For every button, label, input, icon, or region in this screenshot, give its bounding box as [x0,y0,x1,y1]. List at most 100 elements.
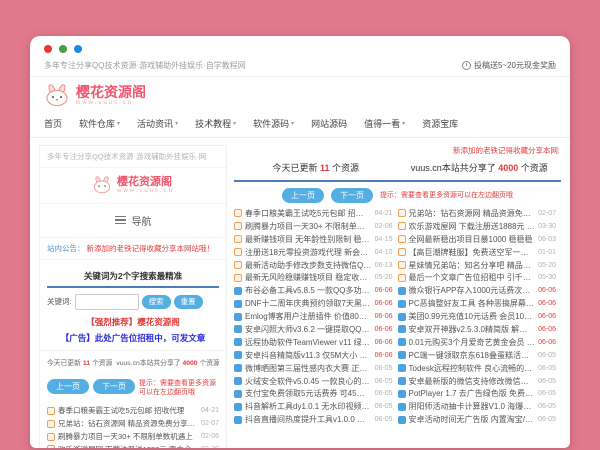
resource-title[interactable]: 微众银行APP存入1000元话费次日可以获得现 [409,285,536,296]
resource-title[interactable]: 兄弟站：钻石资源网 精品资源免费分享基地 [409,208,536,219]
list-item[interactable]: 全网最新稳出项目日暴1000 稳稳稳 06-03 [398,233,557,246]
list-item[interactable]: 欢乐游戏屋网 下载注册送1888元 官方合作 03-30 [398,220,557,233]
list-item[interactable]: 微博晒图第三届性感内衣大赛 正规美图晒行纹 06-05 [234,362,393,375]
nav-item[interactable]: 活动资讯 ▾ [137,117,178,130]
resource-title[interactable]: 欢乐游戏屋网 下载注册送1888元 官方合作 [409,221,536,232]
nav-item[interactable]: 首页 [44,117,62,130]
list-item[interactable]: 【高巨潮牌鞋服】免费送空军一号黑或1970s 01-01 [398,246,557,259]
list-item[interactable]: Emlog博客用户注册插件 价值80元免费分享 06-06 [234,310,393,323]
search-button[interactable]: 搜索 [142,295,171,309]
list-item[interactable]: PotPlayer 1.7 去广告绿色版 免费全能影音播 06-05 [398,387,557,400]
list-item[interactable]: 0.01元购买3个月爱奇艺黄金会员 仅限京东自 06-06 [398,336,557,349]
minimize-button-icon[interactable] [59,45,67,53]
list-item[interactable]: 阴阳师活动抽卡计算器V1.0 海爆必备的一款软 06-05 [398,400,557,413]
resource-title[interactable]: PC端一键领取京东618叠蛋糕活动任务工具 [409,350,536,361]
zoom-button-icon[interactable] [74,45,82,53]
list-item[interactable]: 抖音直播间热度提升工具v1.0.0 直播间自动发 06-05 [234,413,393,426]
list-item[interactable]: PC恶搞整好友工具 各种恶搞屏幕整蛊专家 放 06-06 [398,297,557,310]
resource-title[interactable]: 远程协助软件TeamViewer v11 绿色版 方便 [245,337,372,348]
resource-title[interactable]: 【高巨潮牌鞋服】免费送空军一号黑或1970s [409,247,536,258]
resource-title[interactable]: 最新活动助手修改步数支持微信QQ+ZFB步 [245,260,372,271]
resource-title[interactable]: 抖音直播间热度提升工具v1.0.0 直播间自动发 [245,414,372,425]
resource-title[interactable]: 刷腾暴力项目一天30+ 不限制单数机遇上 [58,431,198,442]
prev-page-button[interactable]: 上一页 [282,188,324,203]
close-button-icon[interactable] [44,45,52,53]
resource-title[interactable]: 刷腾暴力项目一天30+ 不限制单数机遇上车 [245,221,372,232]
list-item[interactable]: 远程协助软件TeamViewer v11 绿色版 方便 06-06 [234,336,393,349]
resource-title[interactable]: 欢乐游戏屋网 下载注册送1888元 官方合 [58,444,198,448]
list-item[interactable]: 抖音解析工具dy1.0.1 无水印视频一键解析软件 06-05 [234,400,393,413]
list-item[interactable]: 最新活动助手修改步数支持微信QQ+ZFB步 06-13 [234,259,393,272]
logo-text-block[interactable]: 樱花资源阁 www.vuus.cn [76,85,146,107]
resource-title[interactable]: 最新赚钱项目 无年龄性别限制 稳定日暴300+ [245,234,372,245]
list-item[interactable]: 安卓闪照大师v3.6.2 一键提取QQ好友发送的闪照 06-06 [234,323,393,336]
nav-item[interactable]: 网站源码 [311,117,347,130]
sidebar-logo[interactable]: 樱花资源阁 www.vuus.cn [40,168,226,204]
prev-page-button[interactable]: 上一页 [47,379,89,394]
list-item[interactable]: 火绒安全软件v5.0.45 一款良心的国产安全软件 06-05 [234,375,393,388]
resource-title[interactable]: 微博晒图第三届性感内衣大赛 正规美图晒行纹 [245,363,372,374]
nav-item[interactable]: 值得一看 ▾ [364,117,405,130]
resource-title[interactable]: 安卓闪照大师v3.6.2 一键提取QQ好友发送的闪照 [245,324,372,335]
list-item[interactable]: 最后一个文章广告位招租中 引千万流 聚八方 05-30 [398,271,557,284]
list-item[interactable]: PC端一键领取京东618叠蛋糕活动任务工具 06-05 [398,349,557,362]
keyword-input[interactable] [75,294,139,310]
list-item[interactable]: 安卓最新版的微信支持修改微信号了！iOS版 06-05 [398,375,557,388]
resource-title[interactable]: 支付宝免费领取5元话费券 可45元充值三网50 [245,388,372,399]
resource-title[interactable]: 安卓双开神器v2.5.3.0精简版 解决多账号切换 [409,324,536,335]
resource-title[interactable]: 0.01元购买3个月爱奇艺黄金会员 仅限京东自 [409,337,536,348]
list-item[interactable]: 安卓双开神器v2.5.3.0精简版 解决多账号切换 06-06 [398,323,557,336]
nav-item[interactable]: 软件源码 ▾ [253,117,294,130]
list-item[interactable]: DNF十二周年庆典预约领取7天黑钻 回归用户 06-06 [234,297,393,310]
list-item[interactable]: 最新赚钱项目 无年龄性别限制 稳定日暴300+ 04-15 [234,233,393,246]
reset-button[interactable]: 重置 [174,295,203,309]
resource-title[interactable]: DNF十二周年庆典预约领取7天黑钻 回归用户 [245,298,372,309]
list-item[interactable]: 兄弟站：钻石资源网 精品资源免费分享基地 02-07 [47,417,219,430]
list-item[interactable]: 刷腾暴力项目一天30+ 不限制单数机遇上 02-06 [47,430,219,443]
resource-title[interactable]: 全网最新稳出项目日暴1000 稳稳稳 [409,234,536,245]
list-item[interactable]: 支付宝免费领取5元话费券 可45元充值三网50 06-05 [234,387,393,400]
resource-title[interactable]: 春季口粮美霸王试吃5元包邮 招收代理 [58,405,198,416]
resource-title[interactable]: 星妹情兄弟站：知名分享吧 精品资源分享基地 [409,260,536,271]
resource-title[interactable]: 阴阳师活动抽卡计算器V1.0 海爆必备的一款软 [409,401,536,412]
resource-title[interactable]: 抖音解析工具dy1.0.1 无水印视频一键解析软件 [245,401,372,412]
list-item[interactable]: 春季口粮美霸王试吃5元包邮 招收代理 04-21 [47,404,219,417]
resource-title[interactable]: 火绒安全软件v5.0.45 一款良心的国产安全软件 [245,376,372,387]
resource-title[interactable]: 春季口粮美霸王试吃5元包邮 招收代理 [245,208,372,219]
next-page-button[interactable]: 下一页 [331,188,373,203]
ad-slot-link[interactable]: 【广告】此处广告位招租中，可发文章 [47,329,219,348]
list-item[interactable]: 刷腾暴力项目一天30+ 不限制单数机遇上车 02-06 [234,220,393,233]
list-item[interactable]: 欢乐游戏屋网 下载注册送1888元 官方合 03-30 [47,443,219,448]
resource-title[interactable]: 最新无风险稳赚赚钱项目 稳定收入200-500元 [245,272,372,283]
list-item[interactable]: 美团0.99元充值10元话费 会员10元话费秒到 06-06 [398,310,557,323]
resource-title[interactable]: 安卓抖音精简版v11.3 仅5M大小 支持账号登录 [245,350,372,361]
resource-title[interactable]: 布谷必备工具v5.8.5 一款QQ多功能工具软件 [245,285,372,296]
resource-title[interactable]: PC恶搞整好友工具 各种恶搞屏幕整蛊专家 放 [409,298,536,309]
nav-item[interactable]: 资源宝库 [422,117,458,130]
list-item[interactable]: 最新无风险稳赚赚钱项目 稳定收入200-500元 05-20 [234,271,393,284]
submit-promo-link[interactable]: 投稿送5~20元现金奖励 [462,60,556,71]
list-item[interactable]: 星妹情兄弟站：知名分享吧 精品资源分享基地 05-20 [398,259,557,272]
list-item[interactable]: 春季口粮美霸王试吃5元包邮 招收代理 04-21 [234,207,393,220]
resource-title[interactable]: 最后一个文章广告位招租中 引千万流 聚八方 [409,272,536,283]
resource-title[interactable]: 安卓最新版的微信支持修改微信号了！iOS版 [409,376,536,387]
nav-item[interactable]: 软件仓库 ▾ [79,117,120,130]
next-page-button[interactable]: 下一页 [93,379,135,394]
list-item[interactable]: 安卓活动时间无广告版 内置淘宝/京东/热中/控 06-05 [398,413,557,426]
list-item[interactable]: 注册送18元零投资游戏代理 新会员分红存1000 04-10 [234,246,393,259]
list-item[interactable]: 微众银行APP存入1000元话费次日可以获得现 06-06 [398,284,557,297]
resource-title[interactable]: 兄弟站：钻石资源网 精品资源免费分享基地 [58,418,198,429]
resource-title[interactable]: 美团0.99元充值10元话费 会员10元话费秒到 [409,311,536,322]
resource-title[interactable]: Emlog博客用户注册插件 价值80元免费分享 [245,311,372,322]
list-item[interactable]: Todesk远程控制软件 良心流畅的远程协助工具 06-05 [398,362,557,375]
list-item[interactable]: 安卓抖音精简版v11.3 仅5M大小 支持账号登录 06-06 [234,349,393,362]
resource-title[interactable]: 注册送18元零投资游戏代理 新会员分红存1000 [245,247,372,258]
list-item[interactable]: 布谷必备工具v5.8.5 一款QQ多功能工具软件 06-06 [234,284,393,297]
nav-item[interactable]: 技术教程 ▾ [195,117,236,130]
resource-title[interactable]: PotPlayer 1.7 去广告绿色版 免费全能影音播 [409,388,536,399]
resource-title[interactable]: Todesk远程控制软件 良心流畅的远程协助工具 [409,363,536,374]
recommend-promo-link[interactable]: 【强烈推荐】樱花资源阁 [47,312,219,329]
resource-title[interactable]: 安卓活动时间无广告版 内置淘宝/京东/热中/控 [409,414,536,425]
sidebar-nav-toggle[interactable]: 导航 [40,204,226,238]
list-item[interactable]: 兄弟站：钻石资源网 精品资源免费分享基地 02-07 [398,207,557,220]
